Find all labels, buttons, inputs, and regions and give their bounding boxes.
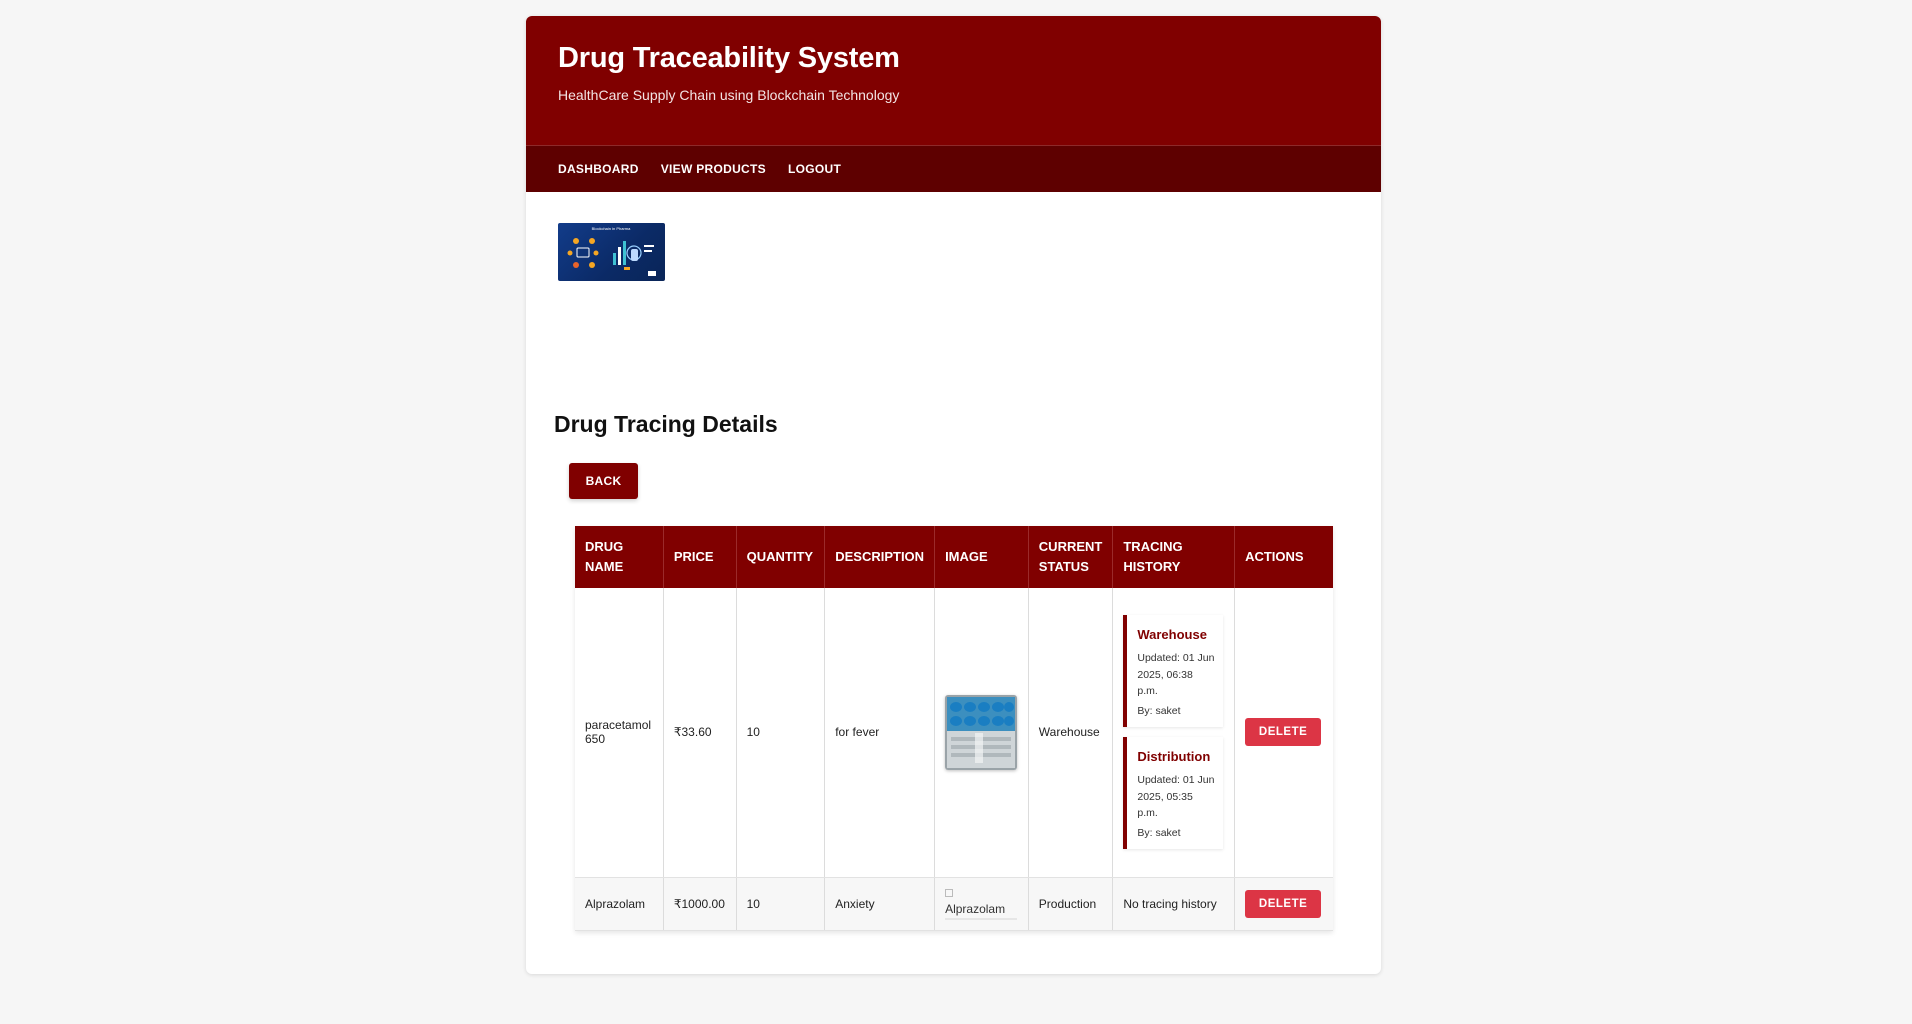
cell-current-status: Warehouse	[1028, 588, 1114, 878]
cell-quantity: 10	[736, 588, 826, 878]
nav-logout[interactable]: LOGOUT	[788, 162, 841, 176]
broken-image-icon: Alprazolam	[945, 887, 1018, 920]
drug-table: DRUG NAME PRICE QUANTITY DESCRIPTION IMA…	[575, 526, 1333, 931]
blockchain-banner-image: Blockchain in Pharma	[558, 223, 665, 281]
table-header-row: DRUG NAME PRICE QUANTITY DESCRIPTION IMA…	[575, 526, 1333, 588]
section-title: Drug Tracing Details	[554, 411, 778, 437]
table-row: Alprazolam ₹1000.00 10 Anxiety Alprazola…	[575, 877, 1333, 931]
drug-blister-image	[945, 694, 1018, 770]
main-nav: DASHBOARD VIEW PRODUCTS LOGOUT	[526, 145, 1381, 192]
delete-button[interactable]: DELETE	[1245, 889, 1322, 918]
trace-stage: Distribution	[1137, 749, 1211, 765]
cell-tracing-history: Warehouse Updated: 01 Jun 2025, 06:38 p.…	[1112, 588, 1236, 878]
cell-description: for fever	[824, 588, 936, 878]
nav-view-products[interactable]: VIEW PRODUCTS	[661, 162, 766, 176]
col-price: PRICE	[663, 526, 737, 588]
site-subtitle: HealthCare Supply Chain using Blockchain…	[558, 87, 900, 104]
col-current-status: CURRENT STATUS	[1028, 526, 1114, 588]
delete-button[interactable]: DELETE	[1245, 718, 1322, 747]
cell-tracing-history: No tracing history	[1112, 877, 1236, 931]
nav-dashboard[interactable]: DASHBOARD	[558, 162, 639, 176]
cell-price: ₹1000.00	[663, 877, 737, 931]
cell-price: ₹33.60	[663, 588, 737, 878]
cell-drug-name: paracetamol 650	[575, 588, 664, 878]
cell-quantity: 10	[736, 877, 826, 931]
cell-description: Anxiety	[824, 877, 936, 931]
trace-by: By: saket	[1137, 705, 1181, 718]
back-button[interactable]: BACK	[569, 463, 638, 499]
image-alt-text: Alprazolam	[945, 901, 1006, 916]
cell-current-status: Production	[1028, 877, 1114, 931]
trace-by: By: saket	[1137, 827, 1181, 840]
site-header: Drug Traceability System HealthCare Supp…	[526, 16, 1381, 145]
cell-image	[934, 588, 1029, 878]
cell-actions: DELETE	[1234, 877, 1333, 931]
cell-drug-name: Alprazolam	[575, 877, 664, 931]
col-drug-name: DRUG NAME	[575, 526, 664, 588]
table-row: paracetamol 650 ₹33.60 10 for fever Ware…	[575, 588, 1333, 878]
col-quantity: QUANTITY	[736, 526, 826, 588]
site-title: Drug Traceability System	[558, 42, 900, 74]
svg-text:Blockchain in Pharma: Blockchain in Pharma	[592, 226, 631, 231]
trace-stage: Warehouse	[1137, 627, 1207, 643]
trace-updated: Updated: 01 Jun 2025, 05:35 p.m.	[1137, 774, 1215, 819]
main-card: Drug Traceability System HealthCare Supp…	[526, 16, 1381, 974]
col-description: DESCRIPTION	[824, 526, 936, 588]
cell-image: Alprazolam	[934, 877, 1029, 931]
col-actions: ACTIONS	[1234, 526, 1333, 588]
col-tracing-history: TRACING HISTORY	[1112, 526, 1236, 588]
image-placeholder-glyph	[945, 889, 954, 898]
trace-entry: Distribution Updated: 01 Jun 2025, 05:35…	[1123, 737, 1224, 850]
trace-entry: Warehouse Updated: 01 Jun 2025, 06:38 p.…	[1123, 615, 1224, 728]
cell-actions: DELETE	[1234, 588, 1333, 878]
col-image: IMAGE	[934, 526, 1029, 588]
trace-updated: Updated: 01 Jun 2025, 06:38 p.m.	[1137, 652, 1215, 697]
